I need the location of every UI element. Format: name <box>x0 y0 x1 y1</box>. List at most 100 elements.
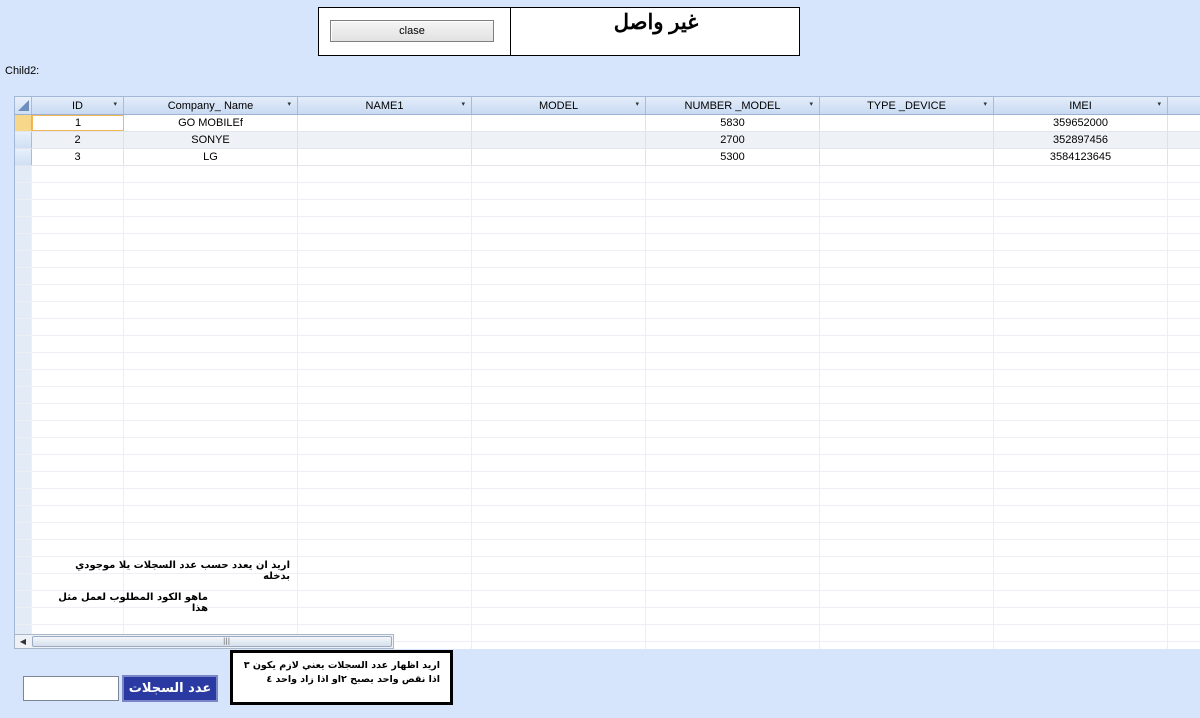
dropdown-arrow-icon[interactable]: ▾ <box>1157 100 1161 108</box>
cell-number-model[interactable]: 5830 <box>646 115 820 131</box>
cell-name1[interactable] <box>298 149 472 165</box>
row-selector[interactable] <box>15 149 32 165</box>
cell-model[interactable] <box>472 149 646 165</box>
grid-header-row: ID ▾ Company_ Name ▾ NAME1 ▾ MODEL ▾ NUMBER _MOD… <box>15 97 1200 115</box>
table-row[interactable]: 1 GO MOBILEf 5830 359652000 <box>15 115 1200 132</box>
cell-imei[interactable]: 3584123645 <box>994 149 1168 165</box>
scroll-left-icon[interactable]: ◀ <box>15 635 31 648</box>
empty-row <box>15 302 1200 319</box>
column-header-number-model[interactable]: NUMBER _MODEL ▾ <box>646 97 820 114</box>
empty-row <box>15 540 1200 557</box>
cell-company-name[interactable]: LG <box>124 149 298 165</box>
cell-model[interactable] <box>472 132 646 148</box>
table-row[interactable]: 2 SONYE 2700 352897456 <box>15 132 1200 149</box>
column-gridline <box>819 166 820 649</box>
cell-id[interactable]: 1 <box>32 115 124 131</box>
column-gridline <box>645 166 646 649</box>
dropdown-arrow-icon[interactable]: ▾ <box>287 100 291 108</box>
row-selector <box>15 268 32 284</box>
row-selector <box>15 302 32 318</box>
empty-row <box>15 319 1200 336</box>
cell-name1[interactable] <box>298 132 472 148</box>
row-selector[interactable] <box>15 132 32 148</box>
horizontal-scrollbar[interactable]: ◀ ||| <box>14 634 394 649</box>
row-selector[interactable] <box>15 115 32 131</box>
empty-row <box>15 455 1200 472</box>
cell-company-name[interactable]: GO MOBILEf <box>124 115 298 131</box>
column-header-id[interactable]: ID ▾ <box>32 97 124 114</box>
empty-row <box>15 285 1200 302</box>
row-selector <box>15 336 32 352</box>
close-button[interactable]: clase <box>330 20 494 42</box>
empty-row <box>15 336 1200 353</box>
row-selector <box>15 217 32 233</box>
column-gridline <box>993 166 994 649</box>
dropdown-arrow-icon[interactable]: ▾ <box>809 100 813 108</box>
row-selector <box>15 506 32 522</box>
select-all-icon <box>18 100 29 111</box>
empty-row <box>15 166 1200 183</box>
column-header-name1[interactable]: NAME1 ▾ <box>298 97 472 114</box>
column-header-company-name[interactable]: Company_ Name ▾ <box>124 97 298 114</box>
dropdown-arrow-icon[interactable]: ▾ <box>113 100 117 108</box>
row-selector <box>15 421 32 437</box>
column-header-type-device[interactable]: TYPE _DEVICE ▾ <box>820 97 994 114</box>
row-selector <box>15 455 32 471</box>
cell-number-model[interactable]: 5300 <box>646 149 820 165</box>
row-selector <box>15 523 32 539</box>
empty-row <box>15 387 1200 404</box>
note-box-line2: اذا نقص واحد يصبح ٢او اذا زاد واحد ٤ <box>266 674 440 685</box>
record-count-button[interactable]: عدد السجلات <box>122 675 218 702</box>
header-box: clase غير واصل <box>318 7 800 56</box>
dropdown-arrow-icon[interactable]: ▾ <box>983 100 987 108</box>
row-selector <box>15 557 32 573</box>
cell-type-device[interactable] <box>820 115 994 131</box>
empty-row <box>15 523 1200 540</box>
cell-type-device[interactable] <box>820 149 994 165</box>
dropdown-arrow-icon[interactable]: ▾ <box>635 100 639 108</box>
dropdown-arrow-icon[interactable]: ▾ <box>461 100 465 108</box>
cell-number-model[interactable]: 2700 <box>646 132 820 148</box>
cell-id[interactable]: 3 <box>32 149 124 165</box>
grid-note-line2: ماهو الكود المطلوب لعمل مثل هذا <box>58 592 208 614</box>
table-row[interactable]: 3 LG 5300 3584123645 <box>15 149 1200 166</box>
row-selector <box>15 166 32 182</box>
column-header-label: ID <box>72 99 83 112</box>
column-header-label: TYPE _DEVICE <box>867 99 946 112</box>
empty-row <box>15 217 1200 234</box>
scroll-thumb[interactable]: ||| <box>32 636 392 647</box>
row-selector <box>15 387 32 403</box>
empty-row <box>15 421 1200 438</box>
grip-icon: ||| <box>223 637 231 645</box>
empty-row <box>15 438 1200 455</box>
column-gridline <box>471 166 472 649</box>
record-count-field[interactable] <box>23 676 119 701</box>
column-gridline <box>297 166 298 649</box>
note-box: اريد اظهار عدد السجلات يعني لازم يكون ٣ … <box>230 650 453 705</box>
select-all-corner[interactable] <box>15 97 32 114</box>
row-selector <box>15 591 32 607</box>
cell-imei[interactable]: 352897456 <box>994 132 1168 148</box>
cell-name1[interactable] <box>298 115 472 131</box>
cell-imei[interactable]: 359652000 <box>994 115 1168 131</box>
row-selector <box>15 353 32 369</box>
cell-model[interactable] <box>472 115 646 131</box>
column-header-label: NAME1 <box>365 99 404 112</box>
column-gridline <box>31 166 32 649</box>
column-header-model[interactable]: MODEL ▾ <box>472 97 646 114</box>
column-header-label: NUMBER _MODEL <box>684 99 781 112</box>
column-gridline <box>1167 166 1168 649</box>
row-selector <box>15 489 32 505</box>
cell-id[interactable]: 2 <box>32 132 124 148</box>
empty-row <box>15 489 1200 506</box>
row-selector <box>15 540 32 556</box>
empty-row <box>15 370 1200 387</box>
grid-note-line1: اريد ان يعدد حسب عدد السجلات يلا موجودي … <box>75 560 290 582</box>
cell-company-name[interactable]: SONYE <box>124 132 298 148</box>
cell-type-device[interactable] <box>820 132 994 148</box>
column-header-imei[interactable]: IMEI ▾ <box>994 97 1168 114</box>
child-label: Child2: <box>5 65 40 77</box>
row-selector <box>15 574 32 590</box>
row-selector <box>15 285 32 301</box>
empty-row <box>15 353 1200 370</box>
